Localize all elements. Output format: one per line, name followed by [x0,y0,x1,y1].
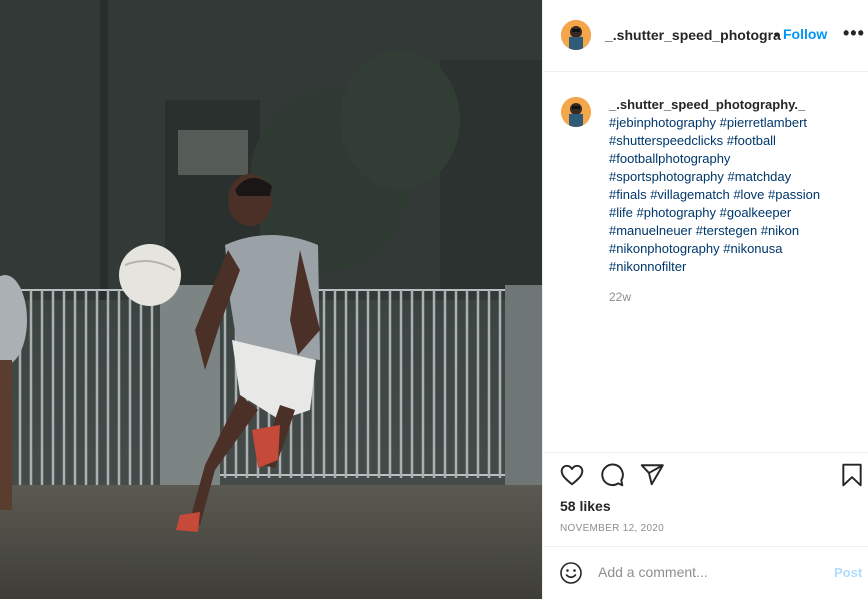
post-photo[interactable] [0,0,542,599]
post-header: _.shutter_speed_photogra • Follow ••• [543,0,868,72]
action-bar [543,452,868,453]
emoji-icon[interactable] [559,561,583,585]
hashtag-link[interactable]: #nikon [761,223,799,238]
hashtag-link[interactable]: #terstegen [696,223,757,238]
hashtag-list: #jebinphotography #pierretlambert #shutt… [609,115,820,274]
hashtag-link[interactable]: #matchday [728,169,792,184]
hashtag-link[interactable]: #villagematch [650,187,730,202]
hashtag-link[interactable]: #sportsphotography [609,169,724,184]
hashtag-link[interactable]: #shutterspeedclicks [609,133,723,148]
hashtag-link[interactable]: #love [733,187,764,202]
hashtag-link[interactable]: #finals [609,187,647,202]
hashtag-link[interactable]: #photography [636,205,716,220]
post-caption: _.shutter_speed_photography._ #jebinphot… [609,96,859,276]
football-photo-image [0,0,542,599]
profile-photo-image [561,97,591,127]
post-comment-button[interactable]: Post [834,565,862,580]
comment-icon[interactable] [599,462,625,488]
bookmark-icon[interactable] [839,462,865,488]
post-date: NOVEMBER 12, 2020 [560,523,665,534]
username-link[interactable]: _.shutter_speed_photogra [605,27,781,43]
hashtag-link[interactable]: #manuelneuer [609,223,692,238]
hashtag-link[interactable]: #life [609,205,633,220]
caption-avatar[interactable] [561,97,591,127]
hashtag-link[interactable]: #football [727,133,776,148]
hashtag-link[interactable]: #pierretlambert [720,115,807,130]
hashtag-link[interactable]: #footballphotography [609,151,730,166]
follow-button[interactable]: Follow [783,26,827,42]
hashtag-link[interactable]: #nikonphotography [609,241,720,256]
comment-bar: Post [543,546,868,599]
caption-username-link[interactable]: _.shutter_speed_photography._ [609,96,859,114]
more-options-icon[interactable]: ••• [843,23,865,44]
profile-photo-image [561,20,591,50]
avatar[interactable] [561,20,591,50]
instagram-post-view: _.shutter_speed_photogra • Follow ••• _.… [0,0,868,599]
hashtag-link[interactable]: #passion [768,187,820,202]
hashtag-link[interactable]: #nikonusa [723,241,782,256]
comment-input[interactable] [598,561,818,583]
separator-dot: • [774,26,779,42]
hashtag-link[interactable]: #goalkeeper [720,205,792,220]
post-details-panel: _.shutter_speed_photogra • Follow ••• _.… [542,0,868,599]
paper-plane-icon[interactable] [639,462,665,488]
hashtag-link[interactable]: #jebinphotography [609,115,716,130]
time-ago[interactable]: 22w [609,290,631,304]
hashtag-link[interactable]: #nikonnofilter [609,259,686,274]
likes-count[interactable]: 58 likes [560,498,611,514]
heart-icon[interactable] [559,462,585,488]
